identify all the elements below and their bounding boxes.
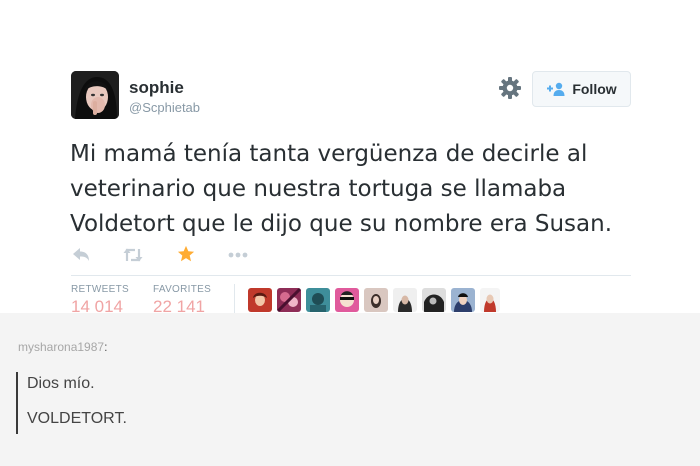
- reblog-section: mysharona1987: Dios mío. VOLDETORT.: [0, 313, 700, 466]
- favoriter-avatar[interactable]: [248, 288, 272, 312]
- retweet-icon[interactable]: [122, 245, 144, 265]
- reblog-username-text[interactable]: mysharona1987: [18, 340, 104, 354]
- divider: [71, 275, 631, 276]
- tweet-text: Mi mamá tenía tanta vergüenza de decirle…: [70, 137, 640, 242]
- favoriter-avatar[interactable]: [451, 288, 475, 312]
- display-name[interactable]: sophie: [129, 78, 184, 98]
- more-icon[interactable]: [227, 247, 249, 263]
- tweet-text-line: Voldetort que le dijo que su nombre era …: [70, 211, 613, 237]
- profile-avatar[interactable]: [71, 71, 119, 119]
- favoriter-avatar[interactable]: [480, 288, 500, 312]
- favoriter-avatar[interactable]: [364, 288, 388, 312]
- tweet-text-line: Mi mamá tenía tanta vergüenza de decirle…: [70, 141, 588, 167]
- reply-icon[interactable]: [71, 245, 91, 265]
- tweet-card: sophie @Scphietab Follow Mi mamá tenía t…: [0, 0, 700, 316]
- favoriter-avatar[interactable]: [306, 288, 330, 312]
- retweets-label[interactable]: RETWEETS: [71, 284, 129, 295]
- reblog-colon: :: [104, 340, 108, 354]
- quote-bar: [16, 372, 18, 434]
- follow-user-icon: [547, 82, 565, 96]
- favoriter-avatar[interactable]: [335, 288, 359, 312]
- favorite-star-icon[interactable]: [177, 245, 195, 263]
- reblog-comment-line: VOLDETORT.: [27, 410, 127, 427]
- follow-label: Follow: [572, 81, 617, 97]
- tweet-text-line: veterinario que nuestra tortuga se llama…: [70, 176, 567, 202]
- favorites-label[interactable]: FAVORITES: [153, 284, 211, 295]
- gear-icon[interactable]: [498, 76, 522, 100]
- favoriter-avatar[interactable]: [422, 288, 446, 312]
- stats-divider: [234, 284, 235, 313]
- follow-button[interactable]: Follow: [532, 71, 631, 107]
- favoriter-avatar[interactable]: [277, 288, 301, 312]
- username[interactable]: @Scphietab: [129, 100, 200, 115]
- favoriter-avatar[interactable]: [393, 288, 417, 312]
- reblog-username[interactable]: mysharona1987:: [18, 340, 107, 354]
- reblog-comment-line: Dios mío.: [27, 375, 95, 392]
